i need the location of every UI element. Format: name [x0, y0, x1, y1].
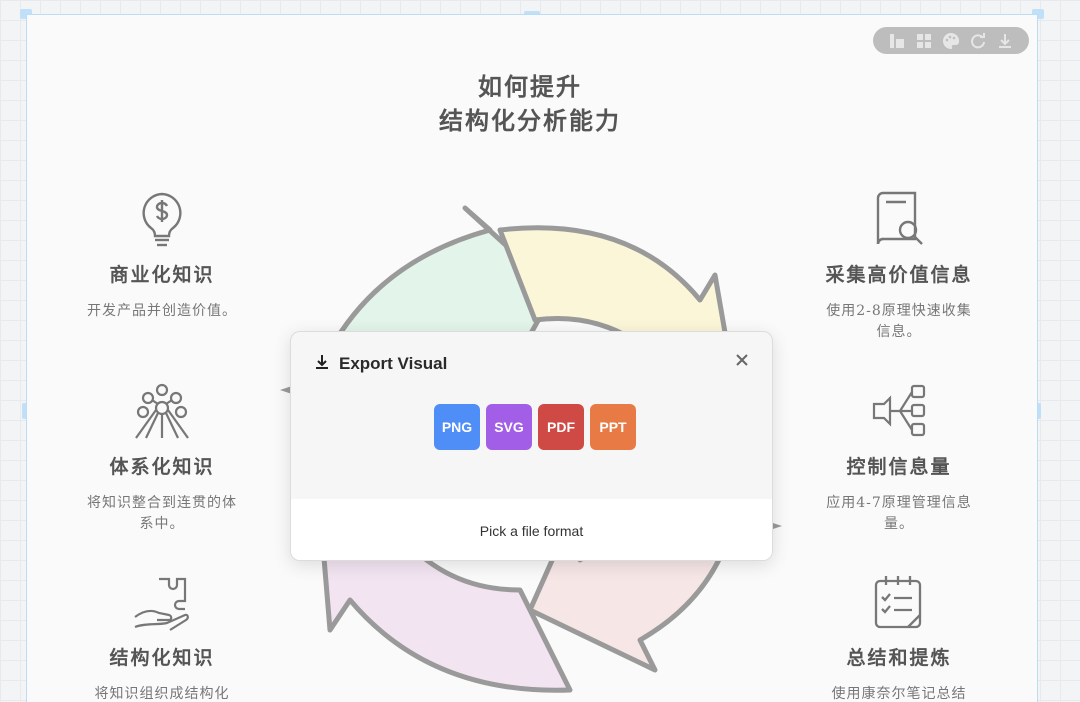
close-button[interactable]	[732, 350, 752, 370]
item-summarize: 总结和提炼 使用康奈尔笔记总结	[804, 571, 994, 702]
lightbulb-dollar-icon	[67, 188, 257, 250]
item-title: 结构化知识	[109, 647, 215, 669]
title-line-2: 结构化分析能力	[439, 106, 621, 135]
item-description: 使用2-8原理快速收集信息。	[826, 303, 972, 340]
download-icon[interactable]	[996, 32, 1014, 50]
item-description: 应用4-7原理管理信息量。	[826, 495, 972, 532]
export-dialog-footer: Pick a file format	[291, 499, 772, 560]
flow-boxes-icon	[804, 380, 994, 442]
format-options: PNG SVG PDF PPT	[434, 404, 636, 450]
book-search-icon	[804, 188, 994, 250]
checklist-notebook-icon	[804, 571, 994, 633]
png-format-button[interactable]: PNG	[434, 404, 480, 450]
hand-puzzle-icon	[67, 571, 257, 633]
pdf-format-button[interactable]: PDF	[538, 404, 584, 450]
network-molecule-icon	[67, 380, 257, 442]
item-systematic-knowledge: 体系化知识 将知识整合到连贯的体系中。	[67, 380, 257, 535]
item-description: 使用康奈尔笔记总结	[831, 686, 967, 702]
palette-icon[interactable]	[942, 32, 960, 50]
item-title: 控制信息量	[846, 456, 952, 478]
item-description: 将知识整合到连贯的体系中。	[87, 495, 237, 532]
close-icon	[736, 354, 748, 366]
export-dialog-header: Export Visual	[315, 354, 447, 374]
footer-hint: Pick a file format	[479, 522, 584, 539]
item-collect-info: 采集高价值信息 使用2-8原理快速收集信息。	[804, 188, 994, 343]
export-dialog-title: Export Visual	[339, 354, 448, 373]
refresh-icon[interactable]	[969, 32, 987, 50]
title-line-1: 如何提升	[478, 72, 582, 101]
item-description: 开发产品并创造价值。	[87, 303, 237, 319]
item-commercial-knowledge: 商业化知识 开发产品并创造价值。	[67, 188, 257, 322]
ppt-format-button[interactable]: PPT	[590, 404, 636, 450]
item-title: 体系化知识	[109, 456, 215, 478]
visual-toolbar	[873, 27, 1029, 54]
grid-icon[interactable]	[915, 32, 933, 50]
download-icon	[315, 354, 329, 374]
item-description: 将知识组织成结构化	[94, 686, 230, 702]
item-title: 总结和提炼	[846, 647, 952, 669]
export-dialog: Export Visual PNG SVG PDF PPT Pick a fil…	[290, 331, 773, 561]
svg-format-button[interactable]: SVG	[486, 404, 532, 450]
layout-icon[interactable]	[888, 32, 906, 50]
item-control-info: 控制信息量 应用4-7原理管理信息量。	[804, 380, 994, 535]
item-structured-knowledge: 结构化知识 将知识组织成结构化	[67, 571, 257, 702]
diagram-title: 如何提升 结构化分析能力	[380, 70, 680, 138]
item-title: 商业化知识	[109, 264, 215, 286]
item-title: 采集高价值信息	[825, 264, 973, 286]
